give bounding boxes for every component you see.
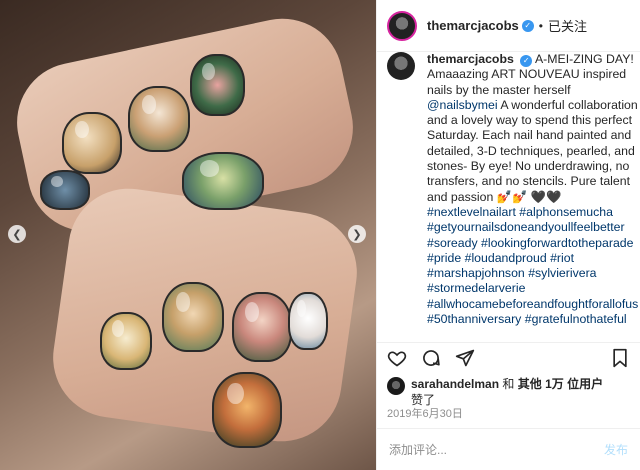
separator-dot: • <box>538 18 543 33</box>
next-image-button[interactable]: ❯ <box>348 225 366 243</box>
share-icon[interactable] <box>455 348 475 374</box>
caption-avatar[interactable] <box>387 52 415 80</box>
heart-icon[interactable] <box>387 348 407 374</box>
nail-upper-2 <box>62 112 122 174</box>
hashtag-link[interactable]: #sylvierivera <box>528 266 596 280</box>
hashtag-link[interactable]: #getyournailsdoneandyoullfeelbetter <box>427 220 625 234</box>
post-date[interactable]: 2019年6月30日 <box>387 405 463 421</box>
nail-lower-1 <box>100 312 152 370</box>
nail-upper-5 <box>182 152 264 210</box>
hashtag-link[interactable]: #soready <box>427 236 478 250</box>
hashtag-link[interactable]: #allwhocamebeforeandfoughtforallofus <box>427 297 638 311</box>
caption-text: themarcjacobs ✓ A-MEI-ZING DAY! Amaaazin… <box>427 52 638 327</box>
hashtag-link[interactable]: #pride <box>427 251 461 265</box>
verified-badge-icon: ✓ <box>521 19 534 32</box>
prev-image-button[interactable]: ❮ <box>8 225 26 243</box>
hashtag-link[interactable]: #stormedelarverie <box>427 281 525 295</box>
chevron-left-icon: ❮ <box>12 228 22 241</box>
mention-link[interactable]: @nailsbymei <box>427 98 498 112</box>
nail-upper-1 <box>40 170 90 210</box>
post-image[interactable]: ❮ ❯ <box>0 0 376 470</box>
hashtag-link[interactable]: #nextlevelnailart <box>427 205 516 219</box>
following-button[interactable]: 已关注 <box>548 16 587 35</box>
caption-verified-icon: ✓ <box>520 55 533 67</box>
chevron-right-icon: ❯ <box>352 228 362 241</box>
nail-upper-4 <box>190 54 245 116</box>
hashtag-link[interactable]: #riot <box>550 251 574 265</box>
caption-username[interactable]: themarcjacobs <box>427 52 514 66</box>
likes-text: sarahandelman 和 其他 1万 位用户 赞了 <box>411 376 603 408</box>
hashtag-link[interactable]: #alphonsemucha <box>519 205 613 219</box>
nail-upper-3 <box>128 86 190 152</box>
nail-lower-2 <box>162 282 224 352</box>
hashtag-link[interactable]: #loudandproud <box>465 251 547 265</box>
liker-avatar[interactable] <box>387 377 405 395</box>
nail-lower-3 <box>232 292 292 362</box>
caption-text-end: A wonderful collaboration and a lovely w… <box>427 97 638 204</box>
caption-area[interactable]: themarcjacobs ✓ A-MEI-ZING DAY! Amaaazin… <box>377 52 640 342</box>
action-bar <box>377 342 640 378</box>
bookmark-icon[interactable] <box>610 348 630 374</box>
hashtag-link[interactable]: #gratefulnothateful <box>525 312 627 326</box>
header-username[interactable]: themarcjacobs <box>427 18 519 33</box>
comment-bar: 发布 <box>377 428 640 470</box>
nail-thumb <box>212 372 282 448</box>
likes-connector: 和 <box>502 377 515 391</box>
hashtag-link[interactable]: #marshapjohnson <box>427 266 525 280</box>
post-button[interactable]: 发布 <box>604 441 628 458</box>
avatar[interactable] <box>387 10 417 41</box>
nail-lower-4 <box>288 292 328 350</box>
comment-input[interactable] <box>389 442 604 457</box>
post-sidebar: themarcjacobs ✓ • 已关注 themarcjacobs ✓ A-… <box>376 0 640 470</box>
comment-icon[interactable] <box>421 348 441 374</box>
hashtag-link[interactable]: #lookingforwardtotheparade <box>481 236 633 250</box>
post-header: themarcjacobs ✓ • 已关注 <box>377 0 640 52</box>
liker-username[interactable]: sarahandelman <box>411 377 499 391</box>
likes-summary: sarahandelman 和 其他 1万 位用户 赞了 <box>387 376 630 408</box>
likes-count-link[interactable]: 其他 1万 位用户 <box>518 377 603 391</box>
hashtag-link[interactable]: #50thanniversary <box>427 312 521 326</box>
